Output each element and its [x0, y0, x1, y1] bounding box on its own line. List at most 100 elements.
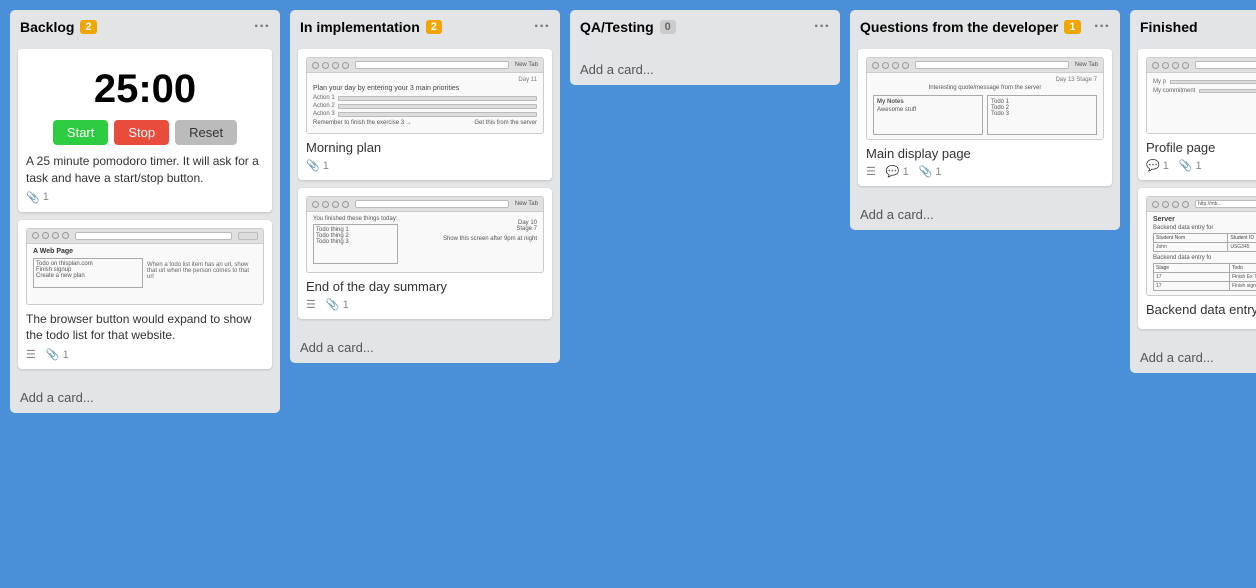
column-menu-backlog[interactable]: ··· [254, 18, 270, 36]
url-bar-eod [355, 200, 509, 208]
column-title-impl: In implementation [300, 19, 420, 35]
mockup-titlebar [27, 229, 263, 244]
attachment-count-pp: 1 [1196, 160, 1202, 172]
column-header-backlog: Backlog 2 ··· [10, 10, 280, 44]
column-header-finished: Finished ··· [1130, 10, 1256, 44]
column-title-finished: Finished [1140, 19, 1198, 35]
column-body-impl: New Tab Day 11 Plan your day by entering… [290, 44, 560, 332]
tab-label-md: New Tab [1075, 62, 1098, 68]
dot-pp2 [1162, 62, 1169, 69]
attachment-icon-eod: 📎 [326, 298, 340, 311]
card-end-of-day: New Tab You finished these things today:… [298, 188, 552, 319]
list-icon-md-icon: ☰ [866, 165, 876, 178]
column-body-qa [570, 44, 840, 54]
column-menu-impl[interactable]: ··· [534, 18, 550, 36]
dot-md2 [882, 62, 889, 69]
dot-md3 [892, 62, 899, 69]
wireframe-profile-page: My p My commitment [1146, 57, 1256, 134]
wireframe-content-be: Server Backend data entry for Student No… [1147, 212, 1256, 295]
comment-icon-pp: 💬 [1146, 159, 1160, 172]
attachment-browser-todo: 📎 1 [46, 348, 69, 361]
mockup-titlebar-mp: New Tab [307, 58, 543, 73]
dot-md4 [902, 62, 909, 69]
card-meta-main-display: ☰ 💬 1 📎 1 [866, 165, 1104, 178]
comment-icon-md: 💬 [886, 165, 900, 178]
card-morning-plan: New Tab Day 11 Plan your day by entering… [298, 49, 552, 180]
browser-todo-description: The browser button would expand to show … [26, 311, 264, 345]
column-backlog: Backlog 2 ··· 25:00 Start Stop Reset A 2… [10, 10, 280, 413]
list-icon-eod: ☰ [306, 298, 316, 311]
wireframe-content-mp: Day 11 Plan your day by entering your 3 … [307, 73, 543, 133]
list-icon-md: ☰ [866, 165, 876, 178]
dot-md1 [872, 62, 879, 69]
column-in-implementation: In implementation 2 ··· New Tab [290, 10, 560, 363]
backend-entry-title: Backend data entry [1146, 302, 1256, 317]
column-finished: Finished ··· [1130, 10, 1256, 373]
add-card-impl[interactable]: Add a card... [290, 332, 560, 363]
column-title-qdev: Questions from the developer [860, 19, 1058, 35]
column-menu-qdev[interactable]: ··· [1094, 18, 1110, 36]
wireframe-browser-todo: A Web Page Todo on thisplan.com Finish s… [26, 228, 264, 305]
start-button[interactable]: Start [53, 120, 108, 145]
list-icon-browser: ☰ [26, 348, 36, 361]
card-profile-page: My p My commitment Profile page [1138, 49, 1256, 180]
column-header-impl: In implementation 2 ··· [290, 10, 560, 44]
card-meta-end-of-day: ☰ 📎 1 [306, 298, 544, 311]
dot-be4 [1182, 201, 1189, 208]
card-browser-todo: A Web Page Todo on thisplan.com Finish s… [18, 220, 272, 370]
stop-button[interactable]: Stop [114, 120, 169, 145]
comment-count-pp: 1 [1163, 160, 1169, 172]
url-bar-mp [355, 61, 509, 69]
column-qa-testing: QA/Testing 0 ··· Add a card... [570, 10, 840, 85]
add-card-finished[interactable]: Add a card... [1130, 342, 1256, 373]
dot-pp3 [1172, 62, 1179, 69]
attachment-eod: 📎 1 [326, 298, 349, 311]
attachment-main-display: 📎 1 [919, 165, 942, 178]
wireframe-content-md: Day 13 Stage 7 Interesting quote/message… [867, 73, 1103, 139]
comment-main-display: 💬 1 [886, 165, 909, 178]
dot-eod3 [332, 201, 339, 208]
list-icon: ☰ [26, 348, 36, 361]
wireframe-end-of-day: New Tab You finished these things today:… [306, 196, 544, 273]
url-bar-pp [1195, 61, 1256, 69]
reset-button[interactable]: Reset [175, 120, 237, 145]
dot-eod2 [322, 201, 329, 208]
dot3 [52, 232, 59, 239]
add-card-backlog[interactable]: Add a card... [10, 382, 280, 413]
column-header-qdev: Questions from the developer 1 ··· [850, 10, 1120, 44]
badge-qdev: 1 [1064, 20, 1080, 34]
pomodoro-description: A 25 minute pomodoro timer. It will ask … [26, 153, 264, 187]
dot2 [42, 232, 49, 239]
comment-count-md: 1 [903, 166, 909, 178]
attachment-icon2: 📎 [46, 348, 60, 361]
wireframe-content-pp: My p My commitment [1147, 73, 1256, 133]
morning-plan-title: Morning plan [306, 140, 544, 155]
column-title-backlog: Backlog [20, 19, 74, 35]
column-body-backlog: 25:00 Start Stop Reset A 25 minute pomod… [10, 44, 280, 382]
attachment-count-browser: 1 [63, 349, 69, 361]
nav-btn [238, 232, 258, 240]
card-meta-morning-plan: 📎 1 [306, 159, 544, 172]
attachment-morning-plan: 📎 1 [306, 159, 329, 172]
attachment-count-pomodoro: 1 [43, 191, 49, 203]
attachment-count-eod: 1 [343, 299, 349, 311]
add-card-qa[interactable]: Add a card... [570, 54, 840, 85]
tab-label-eod: New Tab [515, 201, 538, 207]
mockup-titlebar-pp [1147, 58, 1256, 73]
card-meta-profile-page: 💬 1 📎 1 [1146, 159, 1256, 172]
attachment-pomodoro: 📎 1 [26, 191, 49, 204]
dot-eod4 [342, 201, 349, 208]
comment-profile-page: 💬 1 [1146, 159, 1169, 172]
add-card-qdev[interactable]: Add a card... [850, 199, 1120, 230]
column-questions-dev: Questions from the developer 1 ··· New T… [850, 10, 1120, 230]
column-header-qa: QA/Testing 0 ··· [570, 10, 840, 44]
main-display-title: Main display page [866, 146, 1104, 161]
attachment-count-md: 1 [935, 166, 941, 178]
column-body-qdev: New Tab Day 13 Stage 7 Interesting quote… [850, 44, 1120, 199]
attachment-icon-pp: 📎 [1179, 159, 1193, 172]
column-menu-qa[interactable]: ··· [814, 18, 830, 36]
wireframe-content: A Web Page Todo on thisplan.com Finish s… [27, 244, 263, 304]
badge-impl: 2 [426, 20, 442, 34]
dot-be3 [1172, 201, 1179, 208]
tab-label-mp: New Tab [515, 62, 538, 68]
